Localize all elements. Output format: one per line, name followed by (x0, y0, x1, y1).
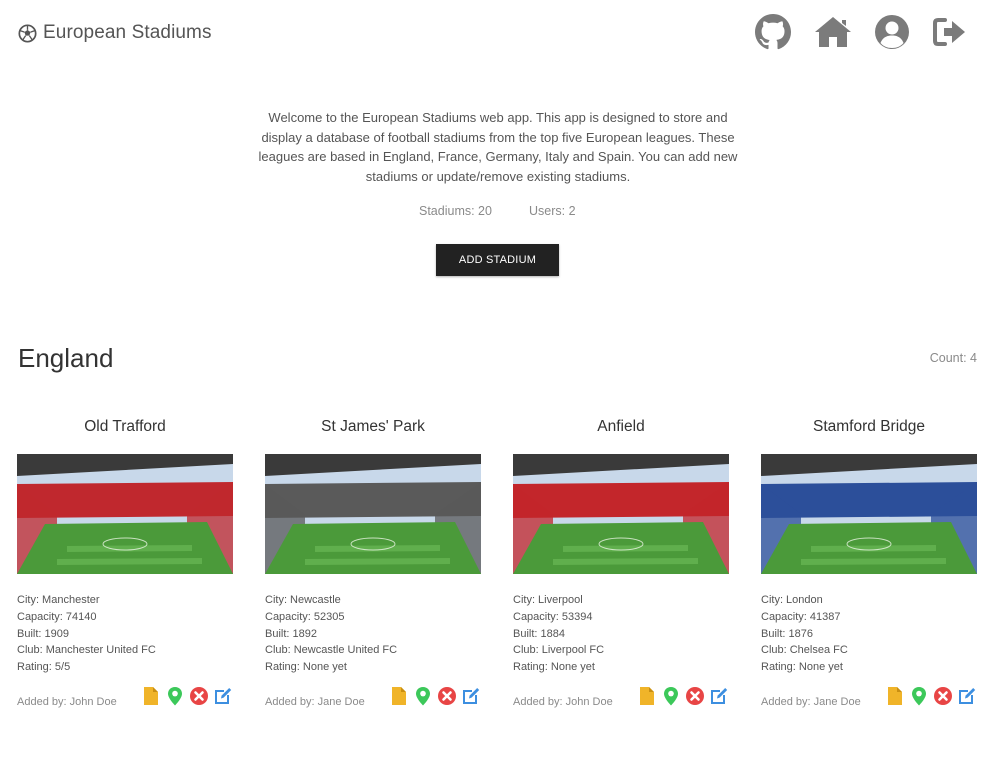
stadium-name[interactable]: St James' Park (265, 418, 481, 436)
document-icon[interactable] (141, 686, 161, 706)
app-title: European Stadiums (43, 22, 212, 43)
stadium-name[interactable]: Stamford Bridge (761, 418, 977, 436)
document-icon[interactable] (885, 686, 905, 706)
stadium-card: Old Trafford City: Manchester Capacity: … (17, 418, 233, 718)
added-by: Added by: Jane Doe (265, 696, 365, 708)
add-stadium-button[interactable]: ADD STADIUM (436, 244, 559, 276)
stadiums-count: Stadiums: 20 (419, 204, 492, 218)
stadium-city: City: Liverpool (513, 594, 583, 606)
stadium-name[interactable]: Anfield (513, 418, 729, 436)
document-icon[interactable] (389, 686, 409, 706)
card-actions (137, 686, 233, 706)
card-actions (633, 686, 729, 706)
stadium-city: City: Manchester (17, 594, 100, 606)
welcome-text: Welcome to the European Stadiums web app… (258, 110, 738, 184)
delete-icon[interactable] (685, 686, 705, 706)
map-pin-icon[interactable] (165, 686, 185, 706)
card-footer: Added by: Jane Doe (761, 686, 977, 710)
stadium-club: Club: Chelsea FC (761, 644, 848, 657)
stadium-built: Built: 1876 (761, 627, 813, 640)
stadium-built: Built: 1884 (513, 627, 565, 640)
delete-icon[interactable] (437, 686, 457, 706)
stadium-capacity: Capacity: 74140 (17, 610, 97, 623)
users-count: Users: 2 (529, 204, 576, 218)
soccer-ball-icon (18, 23, 37, 43)
added-by: Added by: Jane Doe (761, 696, 861, 708)
section-title: England (18, 343, 114, 373)
top-navbar: European Stadiums (0, 0, 997, 70)
stadium-rating: Rating: 5/5 (17, 661, 71, 674)
stadium-club: Club: Newcastle United FC (265, 644, 398, 657)
added-by: Added by: John Doe (513, 696, 613, 708)
stadium-rating: Rating: None yet (513, 661, 595, 674)
stadium-rating: Rating: None yet (761, 661, 843, 674)
stadium-city: City: Newcastle (265, 594, 341, 606)
stadium-card: Stamford Bridge City: London Capacity: 4… (761, 418, 977, 718)
card-actions (385, 686, 481, 706)
stadium-capacity: Capacity: 52305 (265, 610, 345, 623)
stadium-image[interactable] (513, 454, 729, 574)
stadium-club: Club: Liverpool FC (513, 644, 605, 657)
card-footer: Added by: Jane Doe (265, 686, 481, 710)
stadium-details: City: London Capacity: 41387 Built: 1876… (761, 592, 848, 676)
stadium-name[interactable]: Old Trafford (17, 418, 233, 436)
stadium-image[interactable] (17, 454, 233, 574)
stadium-club: Club: Manchester United FC (17, 644, 156, 657)
edit-icon[interactable] (709, 686, 729, 706)
added-by: Added by: John Doe (17, 696, 117, 708)
map-pin-icon[interactable] (909, 686, 929, 706)
card-footer: Added by: John Doe (513, 686, 729, 710)
map-pin-icon[interactable] (661, 686, 681, 706)
edit-icon[interactable] (213, 686, 233, 706)
user-circle-icon[interactable] (874, 14, 910, 50)
stadium-built: Built: 1909 (17, 627, 69, 640)
stadium-details: City: Newcastle Capacity: 52305 Built: 1… (265, 592, 397, 676)
card-actions (881, 686, 977, 706)
edit-icon[interactable] (461, 686, 481, 706)
brand-link[interactable]: European Stadiums (18, 22, 212, 44)
delete-icon[interactable] (189, 686, 209, 706)
document-icon[interactable] (637, 686, 657, 706)
section-count: Count: 4 (929, 351, 977, 365)
edit-icon[interactable] (957, 686, 977, 706)
stadium-image[interactable] (761, 454, 977, 574)
home-icon[interactable] (813, 14, 853, 50)
card-footer: Added by: John Doe (17, 686, 233, 710)
stadium-details: City: Manchester Capacity: 74140 Built: … (17, 592, 156, 676)
stadium-details: City: Liverpool Capacity: 53394 Built: 1… (513, 592, 604, 676)
map-pin-icon[interactable] (413, 686, 433, 706)
stadium-capacity: Capacity: 53394 (513, 610, 593, 623)
logout-icon[interactable] (931, 14, 967, 50)
stadium-city: City: London (761, 594, 823, 606)
stadium-capacity: Capacity: 41387 (761, 610, 841, 623)
delete-icon[interactable] (933, 686, 953, 706)
github-icon[interactable] (755, 14, 791, 50)
stadium-card: Anfield City: Liverpool Capacity: 53394 … (513, 418, 729, 718)
stadium-image[interactable] (265, 454, 481, 574)
stadium-built: Built: 1892 (265, 627, 317, 640)
stadium-card: St James' Park City: Newcastle Capacity:… (265, 418, 481, 718)
stadium-rating: Rating: None yet (265, 661, 347, 674)
